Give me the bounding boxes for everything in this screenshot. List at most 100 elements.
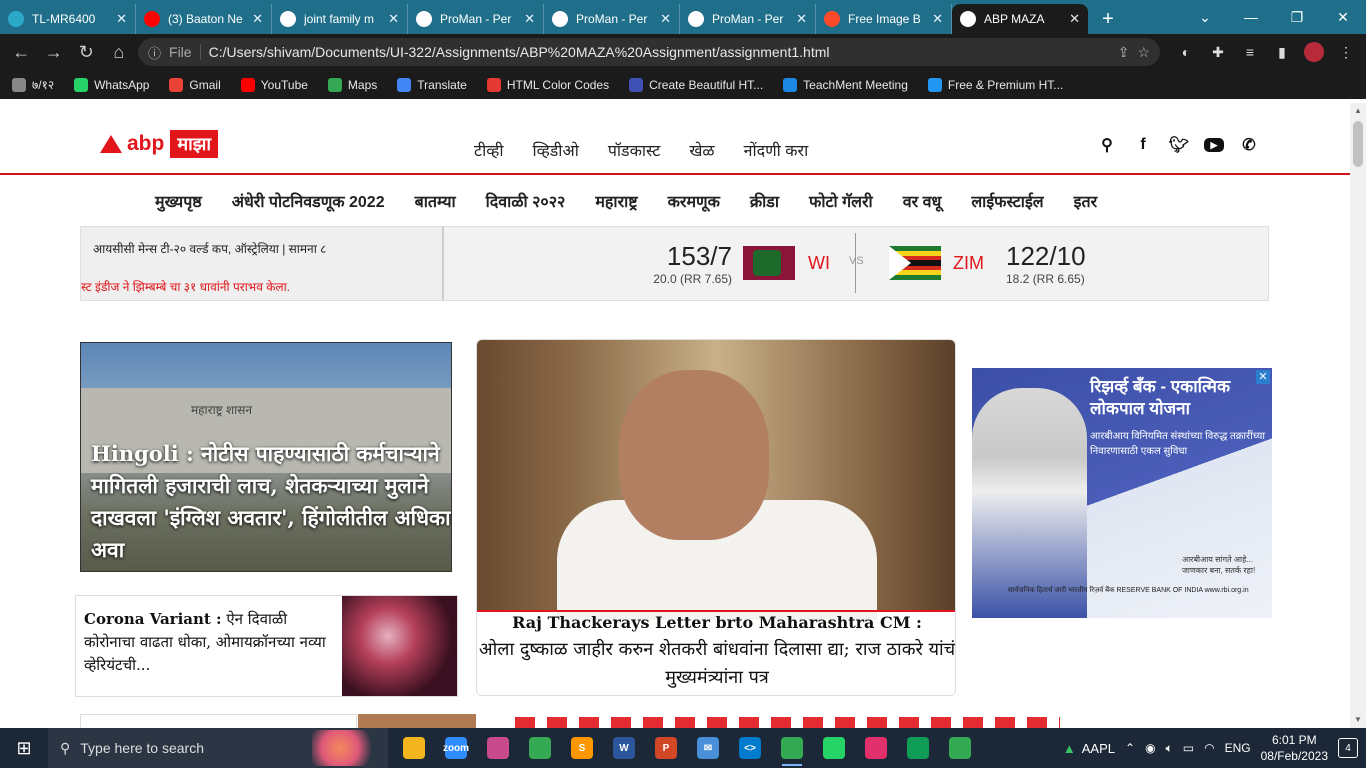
windows-start-icon[interactable]: ⊞ xyxy=(0,728,48,768)
abp-majha-logo[interactable]: abp माझा xyxy=(100,130,219,158)
close-tab-icon[interactable]: ✕ xyxy=(388,11,399,27)
story-card-corona[interactable]: Corona Variant : ऐन दिवाळी कोरोनाचा वाढत… xyxy=(75,595,458,697)
close-window-button[interactable]: ✕ xyxy=(1320,0,1366,34)
menu-icon[interactable]: ⋮ xyxy=(1334,40,1358,64)
scroll-down-icon[interactable]: ▼ xyxy=(1350,712,1366,728)
taskbar-app[interactable]: P xyxy=(648,730,684,766)
top-nav-item[interactable]: व्हिडीओ xyxy=(532,139,578,161)
bookmark-item[interactable]: Translate xyxy=(397,77,467,92)
taskbar-app[interactable] xyxy=(480,730,516,766)
close-tab-icon[interactable]: ✕ xyxy=(796,11,807,27)
chevron-up-icon[interactable]: ⌃ xyxy=(1125,741,1135,755)
bookmark-star-icon[interactable]: ☆ xyxy=(1137,44,1150,61)
language-indicator[interactable]: ENG xyxy=(1225,741,1251,755)
share-icon[interactable]: ⇪ xyxy=(1118,44,1130,61)
restore-button[interactable]: ❐ xyxy=(1274,0,1320,34)
site-info-icon[interactable]: ⓘ xyxy=(148,43,161,62)
back-button[interactable]: ← xyxy=(8,37,35,67)
new-tab-button[interactable]: + xyxy=(1088,4,1128,34)
top-nav-item[interactable]: नोंदणी करा xyxy=(744,139,809,161)
main-nav-item[interactable]: मुख्यपृष्ठ xyxy=(155,190,202,212)
main-nav-item[interactable]: करमणूक xyxy=(668,190,720,212)
bookmark-item[interactable]: Free & Premium HT... xyxy=(927,77,1063,92)
wifi-icon[interactable]: ◠ xyxy=(1204,741,1214,755)
main-nav-item[interactable]: लाईफस्टाईल xyxy=(971,190,1043,212)
bookmark-item[interactable]: ७/१२ xyxy=(12,76,54,93)
meet-icon[interactable]: ◉ xyxy=(1145,741,1155,755)
close-tab-icon[interactable]: ✕ xyxy=(1069,11,1080,27)
taskbar-app[interactable] xyxy=(522,730,558,766)
taskbar-app[interactable] xyxy=(816,730,852,766)
profile-avatar[interactable] xyxy=(1302,40,1326,64)
close-tab-icon[interactable]: ✕ xyxy=(252,11,263,27)
main-nav-item[interactable]: क्रीडा xyxy=(750,190,779,212)
volume-icon[interactable]: 🔈︎ xyxy=(1166,741,1173,756)
minimize-button[interactable]: — xyxy=(1228,0,1274,34)
extension-icon[interactable]: ◐ xyxy=(1174,40,1198,64)
browser-tab[interactable]: (3) Baaton Ne ✕ xyxy=(136,4,272,34)
taskbar-app[interactable] xyxy=(942,730,978,766)
top-nav-item[interactable]: खेळ xyxy=(689,139,714,161)
taskbar-app[interactable]: <> xyxy=(732,730,768,766)
battery-icon[interactable]: ▭ xyxy=(1183,741,1194,755)
story-card-hingoli[interactable]: महाराष्ट्र शासन Hingoli : नोटीस पाहण्यास… xyxy=(80,342,452,572)
bookmark-item[interactable]: Maps xyxy=(327,77,377,92)
main-nav-item[interactable]: वर वधू xyxy=(903,190,942,212)
puzzle-icon[interactable]: ✚ xyxy=(1206,40,1230,64)
taskbar-app[interactable]: S xyxy=(564,730,600,766)
next-story-card[interactable] xyxy=(80,714,357,728)
close-tab-icon[interactable]: ✕ xyxy=(524,11,535,27)
browser-tab[interactable]: ProMan - Per ✕ xyxy=(408,4,544,34)
forward-button[interactable]: → xyxy=(41,37,68,67)
taskbar-app[interactable] xyxy=(774,730,810,766)
bookmark-item[interactable]: HTML Color Codes xyxy=(486,77,609,92)
search-icon[interactable]: ⚲ xyxy=(1096,135,1118,155)
browser-tab[interactable]: TL-MR6400 ✕ xyxy=(0,4,136,34)
close-tab-icon[interactable]: ✕ xyxy=(932,11,943,27)
main-nav-item[interactable]: बातम्या xyxy=(415,190,456,212)
browser-tab[interactable]: joint family m ✕ xyxy=(272,4,408,34)
bookmark-item[interactable]: Gmail xyxy=(169,77,221,92)
address-bar[interactable]: ⓘ File C:/Users/shivam/Documents/UI-322/… xyxy=(138,38,1160,66)
twitter-icon[interactable]: 🐦︎ xyxy=(1168,135,1190,155)
notification-center-icon[interactable]: 4 xyxy=(1338,738,1358,758)
side-panel-icon[interactable]: ▮ xyxy=(1270,40,1294,64)
score-ticker[interactable]: आयसीसी मेन्स टी-२० वर्ल्ड कप, ऑस्ट्रेलिय… xyxy=(80,226,1269,301)
tab-search-icon[interactable]: ⌄ xyxy=(1182,0,1228,34)
taskbar-app[interactable]: ✉ xyxy=(690,730,726,766)
youtube-icon[interactable]: ▶ xyxy=(1204,138,1224,152)
story-card-main[interactable]: Raj Thackerays Letter brto Maharashtra C… xyxy=(476,339,956,696)
close-tab-icon[interactable]: ✕ xyxy=(116,11,127,27)
taskbar-app[interactable] xyxy=(900,730,936,766)
facebook-icon[interactable]: f xyxy=(1132,135,1154,155)
page-scrollbar[interactable]: ▲ ▼ xyxy=(1350,103,1366,728)
taskbar-app[interactable] xyxy=(858,730,894,766)
main-nav-item[interactable]: दिवाळी २०२२ xyxy=(486,190,566,212)
home-button[interactable]: ⌂ xyxy=(106,37,133,67)
url-text[interactable]: C:/Users/shivam/Documents/UI-322/Assignm… xyxy=(209,44,1110,60)
main-nav-item[interactable]: इतर xyxy=(1074,190,1098,212)
scroll-thumb[interactable] xyxy=(1353,121,1363,167)
stock-widget[interactable]: ▲ AAPL xyxy=(1063,741,1115,756)
taskbar-app[interactable] xyxy=(396,730,432,766)
bookmark-item[interactable]: WhatsApp xyxy=(74,77,149,92)
main-nav-item[interactable]: अंधेरी पोटनिवडणूक 2022 xyxy=(232,190,385,212)
taskbar-app[interactable]: W xyxy=(606,730,642,766)
main-nav-item[interactable]: फोटो गॅलरी xyxy=(809,190,873,212)
browser-tab[interactable]: ProMan - Per ✕ xyxy=(544,4,680,34)
taskbar-app[interactable]: zoom xyxy=(438,730,474,766)
browser-tab[interactable]: Free Image B ✕ xyxy=(816,4,952,34)
bookmark-item[interactable]: TeachMent Meeting xyxy=(783,77,908,92)
bookmark-item[interactable]: Create Beautiful HT... xyxy=(629,77,763,92)
top-nav-item[interactable]: टीव्ही xyxy=(474,139,503,161)
clock[interactable]: 6:01 PM 08/Feb/2023 xyxy=(1261,732,1328,764)
top-nav-item[interactable]: पॉडकास्ट xyxy=(608,139,661,161)
media-control-icon[interactable]: ≡ xyxy=(1238,40,1262,64)
browser-tab[interactable]: ABP MAZA ✕ xyxy=(952,4,1088,34)
reload-button[interactable]: ↻ xyxy=(73,37,100,67)
browser-tab[interactable]: ProMan - Per ✕ xyxy=(680,4,816,34)
rbi-advertisement[interactable]: ✕ रिझर्व्ह बॅंक - एकात्मिक लोकपाल योजना … xyxy=(972,368,1272,618)
bookmark-item[interactable]: YouTube xyxy=(240,77,308,92)
taskbar-search[interactable]: ⚲ Type here to search xyxy=(48,728,388,768)
scroll-up-icon[interactable]: ▲ xyxy=(1350,103,1366,119)
